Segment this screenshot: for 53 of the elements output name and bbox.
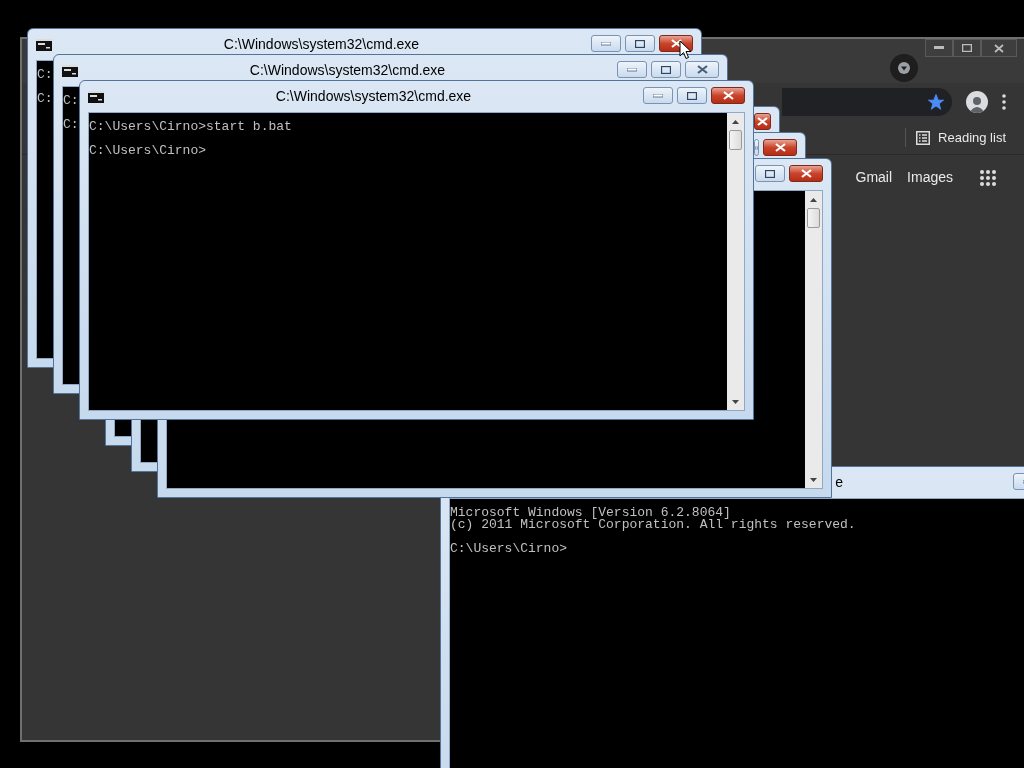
close-icon <box>757 117 768 126</box>
up-arrow-icon <box>810 197 817 202</box>
scrollbar[interactable] <box>727 113 744 410</box>
console-line: C: <box>63 93 79 108</box>
window-title: e <box>835 474 843 490</box>
scroll-thumb[interactable] <box>729 130 742 150</box>
close-icon <box>774 143 786 152</box>
console-line: C: <box>37 67 53 82</box>
close-icon <box>722 91 734 100</box>
minimize-icon <box>934 46 944 50</box>
minimize-icon <box>653 93 663 98</box>
profile-avatar[interactable] <box>966 91 988 113</box>
console-line: C:\Users\Cirno> <box>89 143 207 158</box>
console-icon <box>88 90 104 103</box>
close-icon <box>696 65 708 74</box>
console-icon <box>62 64 78 77</box>
window-title: C:\Windows\system32\cmd.exe <box>275 88 472 104</box>
close-button[interactable] <box>981 39 1017 57</box>
close-icon <box>670 39 682 48</box>
close-button[interactable] <box>789 165 823 182</box>
console-line: Microsoft Windows [Version 6.2.8064] <box>450 505 731 520</box>
caret-icon <box>898 62 910 74</box>
up-arrow-icon <box>732 119 739 124</box>
tab-search-button[interactable] <box>890 54 918 82</box>
minimize-icon <box>627 67 637 72</box>
close-button[interactable] <box>763 139 797 156</box>
console-line: C: <box>37 91 53 106</box>
reading-list-button[interactable]: Reading list <box>905 127 1006 148</box>
header-link[interactable]: Images <box>907 167 953 188</box>
console-line: C:\Users\Cirno>start b.bat <box>89 119 292 134</box>
down-arrow-icon <box>732 399 739 404</box>
minimize-button[interactable] <box>925 39 953 57</box>
console-line: C:\Users\Cirno> <box>450 541 568 556</box>
down-arrow-icon <box>810 477 817 482</box>
console-icon <box>36 38 52 51</box>
close-button[interactable] <box>711 87 745 104</box>
close-icon <box>800 169 812 178</box>
list-icon <box>916 130 931 145</box>
scroll-thumb[interactable] <box>807 208 820 228</box>
minimize-icon <box>601 41 611 46</box>
close-icon <box>994 43 1004 53</box>
kebab-menu-icon[interactable] <box>1002 94 1006 110</box>
close-button[interactable] <box>754 113 771 130</box>
header-link[interactable]: Gmail <box>855 167 893 188</box>
scrollbar[interactable] <box>805 191 822 488</box>
close-button[interactable] <box>685 61 719 78</box>
window-title: C:\Windows\system32\cmd.exe <box>249 62 446 78</box>
apps-grid-icon[interactable] <box>980 169 996 186</box>
window-title: C:\Windows\system32\cmd.exe <box>223 36 420 52</box>
console-line: C: <box>63 117 79 132</box>
star-icon[interactable] <box>928 94 944 110</box>
cursor-icon <box>679 40 692 60</box>
address-bar[interactable] <box>782 88 952 116</box>
